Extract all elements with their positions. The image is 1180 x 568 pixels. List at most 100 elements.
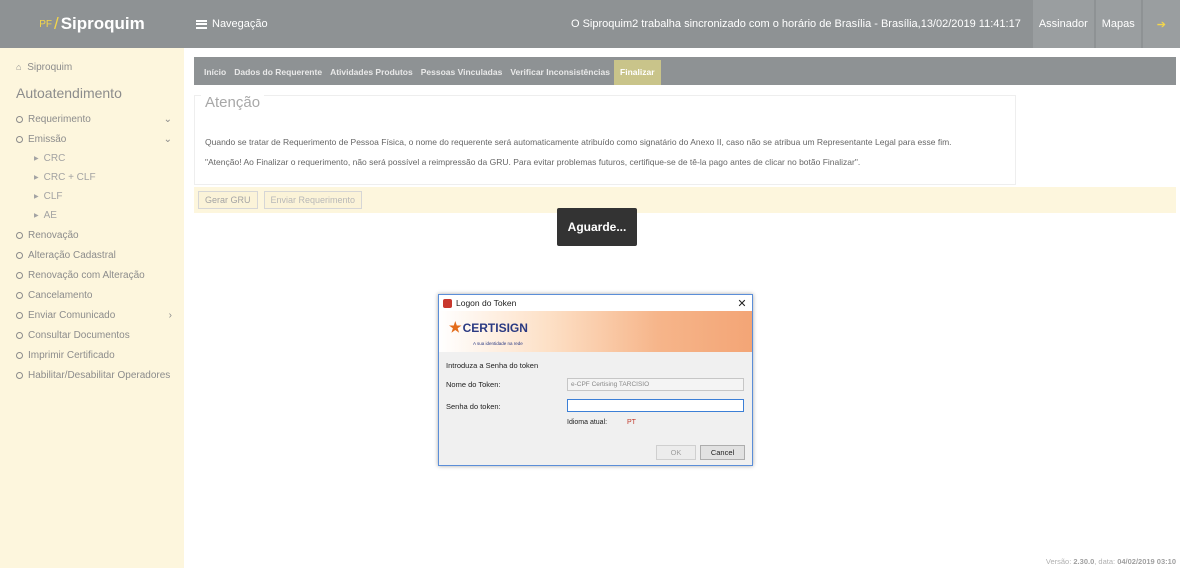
enviar-requerimento-button[interactable]: Enviar Requerimento	[263, 191, 363, 209]
tab-finalizar[interactable]: Finalizar	[614, 60, 661, 85]
top-bar: PF / Siproquim Navegação O Siproquim2 tr…	[0, 0, 1180, 48]
attention-text-1: Quando se tratar de Requerimento de Pess…	[205, 137, 952, 147]
caret-right-icon: ▶	[34, 213, 39, 219]
circle-icon	[16, 371, 23, 379]
sidebar-subitem-label: CLF	[43, 191, 63, 202]
brand-slash: /	[53, 14, 59, 33]
assinador-button[interactable]: Assinador	[1032, 0, 1094, 48]
tab-verificar-inconsistencias[interactable]: Verificar Inconsistências	[506, 67, 614, 85]
sidebar-item-alteracao-cadastral[interactable]: Alteração Cadastral	[0, 245, 184, 265]
circle-icon	[16, 135, 23, 143]
tab-inicio[interactable]: Início	[200, 67, 230, 85]
circle-icon	[16, 115, 23, 123]
sidebar-item-label: Alteração Cadastral	[28, 249, 116, 261]
gerar-gru-button[interactable]: Gerar GRU	[198, 191, 258, 209]
token-name-label: Nome do Token:	[446, 380, 501, 389]
sidebar-subitem-ae[interactable]: ▶ AE	[0, 206, 184, 225]
tab-pessoas-vinculadas[interactable]: Pessoas Vinculadas	[417, 67, 507, 85]
sidebar-subitem-crc[interactable]: ▶ CRC	[0, 149, 184, 168]
certisign-banner: ★CERTISIGN A sua identidade na rede	[439, 311, 752, 352]
sidebar-item-label: Requerimento	[28, 113, 91, 125]
certisign-logo-text: CERTISIGN	[462, 321, 528, 335]
sync-message: O Siproquim2 trabalha sincronizado com o…	[570, 18, 1021, 30]
circle-icon	[16, 271, 23, 279]
token-name-field[interactable]: e-CPF Certising TARCISIO	[567, 378, 744, 391]
tab-dados-do-requerente[interactable]: Dados do Requerente	[230, 67, 326, 85]
attention-text-2: "Atenção! Ao Finalizar o requerimento, n…	[205, 157, 861, 167]
circle-icon	[16, 251, 23, 259]
sidebar-item-emissao[interactable]: Emissão ⌄	[0, 129, 184, 149]
close-icon[interactable]: ✕	[732, 297, 752, 310]
sidebar-section-title: Autoatendimento	[16, 85, 122, 101]
brand-logo[interactable]: PF / Siproquim	[0, 0, 184, 48]
tab-atividades-produtos[interactable]: Atividades Produtos	[326, 67, 417, 85]
language-value: PT	[627, 419, 636, 426]
dialog-titlebar[interactable]: Logon do Token ✕	[439, 295, 752, 311]
circle-icon	[16, 231, 23, 239]
sidebar-item-cancelamento[interactable]: Cancelamento	[0, 285, 184, 305]
chevron-right-icon: ›	[168, 309, 172, 321]
sidebar-item-renovacao-com-alteracao[interactable]: Renovação com Alteração	[0, 265, 184, 285]
sidebar-item-consultar-documentos[interactable]: Consultar Documentos	[0, 325, 184, 345]
version-mid: , data:	[1094, 557, 1118, 566]
version-prefix: Versão:	[1045, 557, 1074, 566]
sidebar-item-label: Emissão	[28, 133, 67, 145]
sidebar-subitem-label: AE	[43, 210, 57, 221]
ok-button[interactable]: OK	[656, 445, 696, 460]
sidebar-item-label: Renovação com Alteração	[28, 269, 145, 281]
sidebar-item-renovacao[interactable]: Renovação	[0, 225, 184, 245]
sidebar-item-requerimento[interactable]: Requerimento ⌄	[0, 109, 184, 129]
brand-name: Siproquim	[60, 14, 145, 33]
attention-fieldset: Atenção Quando se tratar de Requerimento…	[194, 94, 1016, 185]
sidebar-subitem-label: CRC	[43, 153, 66, 164]
dialog-intro: Introduza a Senha do token	[446, 361, 539, 370]
wizard-tabs: Início Dados do Requerente Atividades Pr…	[194, 57, 1176, 85]
navigation-toggle[interactable]: Navegação	[196, 18, 268, 30]
certisign-tagline: A sua identidade na rede	[473, 341, 523, 346]
sidebar-home[interactable]: ⌂ Siproquim	[0, 48, 184, 81]
sidebar-item-label: Consultar Documentos	[28, 329, 130, 341]
sidebar-subitem-crc-clf[interactable]: ▶ CRC + CLF	[0, 168, 184, 187]
sidebar-item-enviar-comunicado[interactable]: Enviar Comunicado ›	[0, 305, 184, 325]
sidebar-home-label: Siproquim	[27, 62, 73, 73]
brand-prefix: PF	[39, 18, 52, 30]
sidebar: ⌂ Siproquim Autoatendimento Requerimento…	[0, 48, 184, 568]
sidebar-item-label: Enviar Comunicado	[28, 309, 116, 321]
token-password-input[interactable]	[567, 399, 744, 412]
action-bar: Gerar GRU Enviar Requerimento	[194, 187, 1176, 213]
circle-icon	[16, 311, 23, 319]
sidebar-subitem-label: CRC + CLF	[43, 172, 96, 183]
sidebar-item-imprimir-certificado[interactable]: Imprimir Certificado	[0, 345, 184, 365]
version-info: Versão: 2.30.0, data: 04/02/2019 03:10	[1046, 557, 1176, 566]
chevron-down-icon: ⌄	[163, 133, 172, 145]
token-password-label: Senha do token:	[446, 402, 501, 411]
sign-out-icon[interactable]: ➔	[1142, 0, 1180, 48]
circle-icon	[16, 351, 23, 359]
attention-legend: Atenção	[201, 94, 265, 111]
sidebar-item-label: Habilitar/Desabilitar Operadores	[28, 369, 171, 381]
star-icon: ★	[449, 319, 462, 335]
cancel-button[interactable]: Cancel	[700, 445, 745, 460]
circle-icon	[16, 291, 23, 299]
sidebar-subitem-clf[interactable]: ▶ CLF	[0, 187, 184, 206]
circle-icon	[16, 331, 23, 339]
version-date: 04/02/2019 03:10	[1117, 557, 1176, 566]
mapas-button[interactable]: Mapas	[1095, 0, 1141, 48]
certisign-logo: ★CERTISIGN	[449, 319, 528, 336]
sidebar-item-habilitar-operadores[interactable]: Habilitar/Desabilitar Operadores	[0, 365, 184, 385]
version-number: 2.30.0	[1073, 557, 1095, 566]
navigation-label: Navegação	[212, 18, 268, 30]
loading-message: Aguarde...	[557, 208, 637, 246]
app-icon	[443, 298, 452, 308]
token-logon-dialog: Logon do Token ✕ ★CERTISIGN A sua identi…	[438, 294, 753, 466]
sidebar-item-label: Renovação	[28, 229, 79, 241]
hamburger-icon	[196, 19, 207, 29]
home-icon: ⌂	[16, 62, 22, 72]
dialog-title: Logon do Token	[456, 298, 517, 308]
sidebar-item-label: Imprimir Certificado	[28, 349, 115, 361]
caret-right-icon: ▶	[34, 194, 39, 200]
caret-right-icon: ▶	[34, 156, 39, 162]
chevron-down-icon: ⌄	[163, 113, 172, 125]
caret-right-icon: ▶	[34, 175, 39, 181]
sidebar-item-label: Cancelamento	[28, 289, 93, 301]
